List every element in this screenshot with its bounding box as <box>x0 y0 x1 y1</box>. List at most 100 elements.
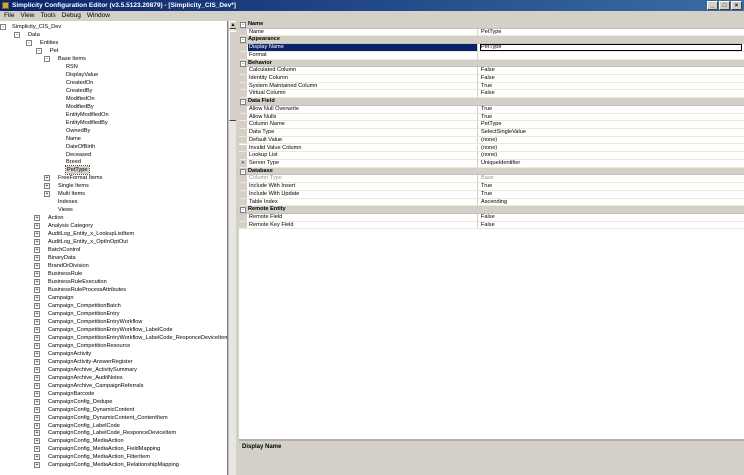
close-button[interactable]: × <box>731 1 742 10</box>
tree-node[interactable]: DisplayValue <box>0 71 227 79</box>
tree-node[interactable]: Breed <box>0 158 227 166</box>
tree-node[interactable]: RSN <box>0 63 227 71</box>
property-value[interactable] <box>480 52 742 59</box>
tree-node[interactable]: OwnedBy <box>0 127 227 135</box>
tree-node[interactable]: + CampaignConfig_DynamicContent <box>0 406 227 414</box>
property-value[interactable]: False <box>480 222 742 229</box>
tree-node[interactable]: + Campaign_CompetitionBatch <box>0 302 227 310</box>
property-value[interactable]: (none) <box>480 137 742 144</box>
tree-node[interactable]: + Multi Items <box>0 190 227 198</box>
tree-node[interactable]: + BrandOrDivision <box>0 262 227 270</box>
property-value[interactable]: PetType <box>480 121 742 128</box>
expand-icon[interactable]: + <box>34 414 40 421</box>
property-name[interactable]: Remote Field <box>248 214 478 221</box>
property-row[interactable]: Allow Null Overwrite True <box>239 105 744 114</box>
tree-node[interactable]: Views <box>0 206 227 214</box>
expand-icon[interactable]: + <box>34 263 40 270</box>
tree-node[interactable]: + CampaignArchive_ActivitySummary <box>0 366 227 374</box>
property-value[interactable]: (none) <box>480 145 742 152</box>
property-row[interactable]: Name PetType <box>239 28 744 37</box>
property-value[interactable]: (none) <box>480 152 742 159</box>
tree-node[interactable]: + Single Items <box>0 182 227 190</box>
property-grid[interactable]: - Name Name PetType - Appearance Display Name P… <box>239 21 744 439</box>
property-row[interactable]: Table Index Ascending <box>239 198 744 207</box>
property-name[interactable]: Format <box>248 51 478 59</box>
tree-node[interactable]: - Entities <box>0 39 227 47</box>
property-category[interactable]: - Database <box>239 167 744 176</box>
menu-debug[interactable]: Debug <box>62 11 81 21</box>
expand-icon[interactable]: + <box>34 294 40 301</box>
property-name[interactable]: Invalid Value Column <box>248 144 478 152</box>
property-value[interactable]: PetType <box>480 29 742 36</box>
expand-icon[interactable]: + <box>34 462 40 469</box>
tree-node[interactable]: Name <box>0 135 227 143</box>
property-category[interactable]: - Data Field <box>239 98 744 106</box>
tree-node[interactable]: PetType <box>0 165 227 176</box>
tree-node[interactable]: + CampaignConfig_Dedupe <box>0 398 227 406</box>
property-row[interactable]: Remote Field False <box>239 214 744 222</box>
property-category[interactable]: - Name <box>239 21 744 29</box>
property-row[interactable]: Default Value (none) <box>239 136 744 145</box>
tree-node[interactable]: Indexes <box>0 198 227 206</box>
tree-node[interactable]: - Base Items <box>0 55 227 63</box>
property-name[interactable]: Include With Update <box>248 190 478 198</box>
tree-node[interactable]: + CampaignConfig_DynamicContent_ContentIt… <box>0 414 227 422</box>
tree-node[interactable]: EntityModifiedBy <box>0 119 227 127</box>
expand-icon[interactable]: + <box>34 215 40 222</box>
tree-node[interactable]: + CampaignConfig_MediaAction <box>0 437 227 445</box>
expand-icon[interactable]: + <box>34 406 40 413</box>
property-value[interactable]: False <box>480 75 742 82</box>
tree-node[interactable]: + CampaignActivity <box>0 350 227 358</box>
property-value[interactable]: True <box>480 83 742 90</box>
collapse-icon[interactable]: - <box>240 207 246 214</box>
expand-icon[interactable]: + <box>34 279 40 286</box>
property-value[interactable]: Ascending <box>480 199 742 206</box>
tree-node[interactable]: + Campaign_CompetitionResource <box>0 342 227 350</box>
property-row[interactable]: Column Type Base <box>239 175 744 184</box>
expand-icon[interactable]: + <box>34 310 40 317</box>
property-value[interactable]: UniqueIdentifier <box>480 160 742 167</box>
property-row[interactable]: + Server Type UniqueIdentifier <box>239 159 744 168</box>
property-name[interactable]: Remote Key Field <box>248 221 478 229</box>
property-name[interactable]: Default Value <box>248 136 478 144</box>
expand-icon[interactable]: + <box>34 318 40 325</box>
collapse-icon[interactable]: - <box>240 168 246 175</box>
property-value[interactable]: True <box>480 114 742 121</box>
collapse-icon[interactable]: - <box>240 99 246 106</box>
minimize-button[interactable]: _ <box>707 1 718 10</box>
expand-icon[interactable]: + <box>34 366 40 373</box>
tree-node[interactable]: + Campaign_CompetitionEntryWorkflow_Label… <box>0 326 227 334</box>
property-name[interactable]: Identity Column <box>248 75 478 82</box>
property-name[interactable]: System Maintained Column <box>248 82 478 90</box>
property-value[interactable]: Base <box>480 175 742 182</box>
tree-node[interactable]: - Pet <box>0 47 227 55</box>
property-value[interactable]: SelectSingleValue <box>480 129 742 136</box>
tree-node[interactable]: - Simplicity_CIS_Dev <box>0 23 227 31</box>
property-row[interactable]: Include With Update True <box>239 190 744 199</box>
tree-node[interactable]: + Action <box>0 214 227 222</box>
maximize-button[interactable]: □ <box>719 1 730 10</box>
property-value[interactable]: True <box>480 191 742 198</box>
expand-icon[interactable]: + <box>34 334 40 341</box>
expand-icon[interactable]: + <box>34 382 40 389</box>
expand-icon[interactable]: + <box>34 446 40 453</box>
tree-node[interactable]: + CampaignConfig_MediaAction_FieldMapping <box>0 445 227 453</box>
property-value[interactable]: False <box>480 67 742 74</box>
property-row[interactable]: Invalid Value Column (none) <box>239 144 744 153</box>
property-category[interactable]: - Appearance <box>239 36 744 45</box>
collapse-icon[interactable]: - <box>240 22 246 28</box>
property-name[interactable]: Server Type <box>248 159 478 167</box>
property-row[interactable]: Format <box>239 51 744 60</box>
property-name[interactable]: Lookup List <box>248 152 478 159</box>
collapse-icon[interactable]: - <box>36 47 42 54</box>
property-row[interactable]: Identity Column False <box>239 75 744 83</box>
property-name[interactable]: Allow Nulls <box>248 113 478 121</box>
tree-node[interactable]: + CampaignArchive_AuditNotes <box>0 374 227 382</box>
expand-icon[interactable]: + <box>34 422 40 429</box>
expand-icon[interactable]: + <box>34 287 40 293</box>
menu-tools[interactable]: Tools <box>40 11 55 21</box>
expand-icon[interactable]: + <box>34 430 40 437</box>
property-category[interactable]: - Remote Entity <box>239 206 744 214</box>
tree-node[interactable]: + Analysis Category <box>0 222 227 230</box>
expand-icon[interactable]: + <box>34 271 40 278</box>
